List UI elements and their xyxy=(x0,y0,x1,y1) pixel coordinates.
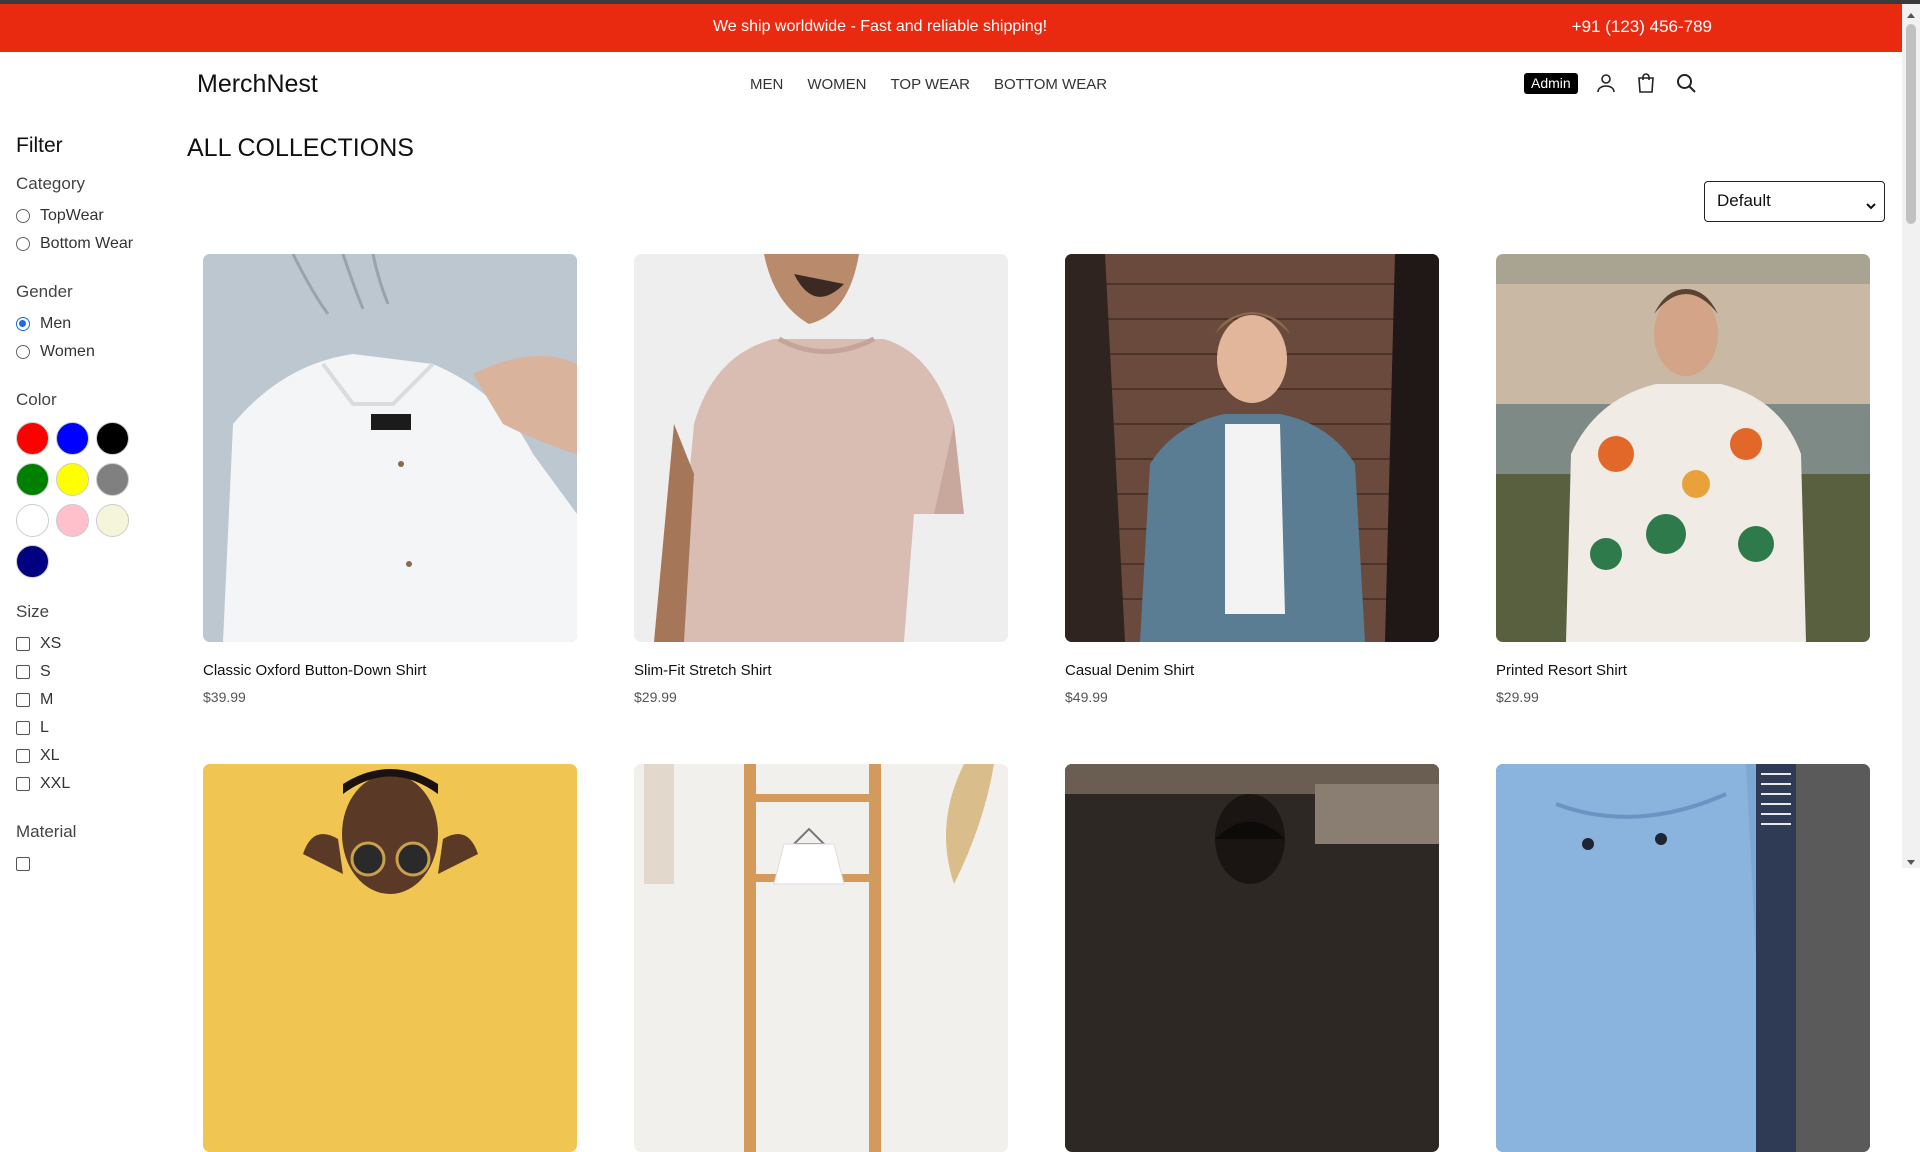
product-name[interactable]: Classic Oxford Button-Down Shirt xyxy=(203,662,577,679)
product-card[interactable]: Slim-Fit Stretch Shirt $29.99 xyxy=(634,254,1008,705)
product-image[interactable] xyxy=(1496,254,1870,642)
contact-phone[interactable]: +91 (123) 456-789 xyxy=(1572,17,1712,37)
admin-button[interactable]: Admin xyxy=(1524,72,1578,94)
product-image[interactable] xyxy=(1065,254,1439,642)
filter-title: Filter xyxy=(16,134,63,157)
product-card[interactable] xyxy=(634,764,1008,1152)
site-header: MerchNest MEN WOMEN TOP WEAR BOTTOM WEAR… xyxy=(0,52,1902,116)
shopping-bag-icon[interactable] xyxy=(1634,71,1658,95)
product-price: $39.99 xyxy=(203,689,246,705)
page-scrollbar[interactable] xyxy=(1902,4,1920,868)
size-option-xs[interactable]: XS xyxy=(16,630,166,658)
product-card[interactable] xyxy=(1496,764,1870,1152)
product-image[interactable] xyxy=(203,764,577,1152)
product-card[interactable] xyxy=(1065,764,1439,1152)
nav-men[interactable]: MEN xyxy=(750,76,783,93)
product-price: $49.99 xyxy=(1065,689,1108,705)
color-swatch-0[interactable] xyxy=(16,422,49,455)
color-swatch-4[interactable] xyxy=(56,463,89,496)
color-swatch-5[interactable] xyxy=(96,463,129,496)
chevron-down-icon xyxy=(1866,196,1876,210)
scroll-down-icon[interactable] xyxy=(1906,854,1916,865)
size-filter: Size XS S M L XL XXL xyxy=(16,602,166,798)
checkbox[interactable] xyxy=(16,857,30,871)
product-card[interactable]: Casual Denim Shirt $49.99 xyxy=(1065,254,1439,705)
product-name[interactable]: Printed Resort Shirt xyxy=(1496,662,1870,679)
search-icon[interactable] xyxy=(1674,71,1698,95)
announcement-bar: We ship worldwide - Fast and reliable sh… xyxy=(0,4,1902,52)
radio-button[interactable] xyxy=(16,237,30,251)
gender-filter: Gender Men Women xyxy=(16,282,166,366)
color-swatch-8[interactable] xyxy=(96,504,129,537)
category-title: Category xyxy=(16,174,85,193)
sort-select[interactable]: Default xyxy=(1704,181,1885,222)
checkbox[interactable] xyxy=(16,721,30,735)
material-title: Material xyxy=(16,822,77,841)
product-card[interactable] xyxy=(203,764,577,1152)
color-swatch-2[interactable] xyxy=(96,422,129,455)
size-option-m[interactable]: M xyxy=(16,686,166,714)
scrollbar-thumb[interactable] xyxy=(1906,24,1916,224)
radio-button[interactable] xyxy=(16,345,30,359)
announcement-message: We ship worldwide - Fast and reliable sh… xyxy=(712,18,1048,35)
checkbox[interactable] xyxy=(16,777,30,791)
product-card[interactable]: Classic Oxford Button-Down Shirt $39.99 xyxy=(203,254,577,705)
product-price: $29.99 xyxy=(634,689,677,705)
gender-option-men[interactable]: Men xyxy=(16,310,166,338)
nav-bottom-wear[interactable]: BOTTOM WEAR xyxy=(994,76,1107,93)
material-option[interactable] xyxy=(16,850,166,878)
checkbox[interactable] xyxy=(16,693,30,707)
checkbox[interactable] xyxy=(16,637,30,651)
size-title: Size xyxy=(16,602,50,621)
color-swatch-7[interactable] xyxy=(56,504,89,537)
color-title: Color xyxy=(16,390,57,409)
product-image[interactable] xyxy=(1065,764,1439,1152)
product-image[interactable] xyxy=(203,254,577,642)
radio-button[interactable] xyxy=(16,209,30,223)
nav-women[interactable]: WOMEN xyxy=(807,76,866,93)
checkbox[interactable] xyxy=(16,665,30,679)
size-option-xxl[interactable]: XXL xyxy=(16,770,166,798)
color-swatch-3[interactable] xyxy=(16,463,49,496)
color-swatches xyxy=(16,422,166,578)
category-option-topwear[interactable]: TopWear xyxy=(16,202,166,230)
product-image[interactable] xyxy=(634,254,1008,642)
color-swatch-9[interactable] xyxy=(16,545,49,578)
checkbox[interactable] xyxy=(16,749,30,763)
radio-button-selected[interactable] xyxy=(16,317,30,331)
size-option-l[interactable]: L xyxy=(16,714,166,742)
main-nav: MEN WOMEN TOP WEAR BOTTOM WEAR xyxy=(750,76,1107,93)
material-filter: Material xyxy=(16,822,166,878)
header-actions: Admin xyxy=(1524,71,1698,95)
user-icon[interactable] xyxy=(1594,71,1618,95)
color-filter: Color xyxy=(16,390,166,578)
nav-top-wear[interactable]: TOP WEAR xyxy=(891,76,970,93)
product-name[interactable]: Slim-Fit Stretch Shirt xyxy=(634,662,1008,679)
page-title: ALL COLLECTIONS xyxy=(187,134,414,162)
gender-option-women[interactable]: Women xyxy=(16,338,166,366)
product-card[interactable]: Printed Resort Shirt $29.99 xyxy=(1496,254,1870,705)
product-image[interactable] xyxy=(634,764,1008,1152)
site-logo[interactable]: MerchNest xyxy=(197,70,318,99)
gender-title: Gender xyxy=(16,282,73,301)
product-image[interactable] xyxy=(1496,764,1870,1152)
size-option-s[interactable]: S xyxy=(16,658,166,686)
color-swatch-6[interactable] xyxy=(16,504,49,537)
category-option-bottom-wear[interactable]: Bottom Wear xyxy=(16,230,166,258)
product-name[interactable]: Casual Denim Shirt xyxy=(1065,662,1439,679)
product-price: $29.99 xyxy=(1496,689,1539,705)
sort-selected-value: Default xyxy=(1717,191,1771,210)
scroll-up-icon[interactable] xyxy=(1906,8,1916,18)
filter-sidebar: Filter Category TopWear Bottom Wear Gend… xyxy=(16,134,166,878)
color-swatch-1[interactable] xyxy=(56,422,89,455)
size-option-xl[interactable]: XL xyxy=(16,742,166,770)
category-filter: Category TopWear Bottom Wear xyxy=(16,174,166,258)
